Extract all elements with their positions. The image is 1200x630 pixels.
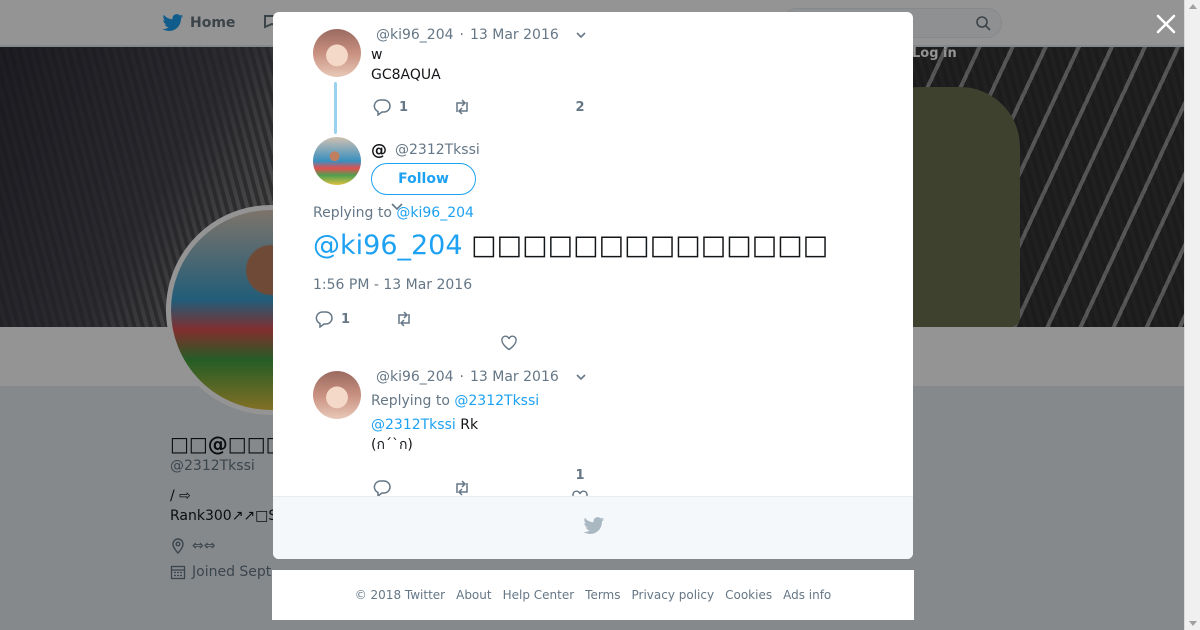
reply-button[interactable] [373, 479, 453, 497]
tweet-author-handle[interactable]: @ki96_204 [376, 369, 454, 385]
page-scrollbar[interactable] [1184, 0, 1200, 630]
tweet-actions: 1 2 [373, 98, 600, 116]
reply-icon [373, 479, 391, 497]
retweet-icon [456, 479, 468, 496]
tweet-separator: · [459, 369, 464, 385]
avatar[interactable] [313, 371, 361, 419]
reply-button[interactable]: 1 [373, 98, 453, 116]
reply-icon [315, 311, 333, 328]
tweet-header: @ @2312Tkssi [371, 140, 480, 159]
tweet-header: @ki96_204 · 13 Mar 2016 [376, 27, 587, 43]
chevron-down-icon[interactable] [575, 29, 587, 41]
scroll-down-arrow-icon[interactable] [1189, 621, 1197, 626]
like-count: 2 [575, 99, 585, 115]
reply-button[interactable]: 1 [315, 310, 395, 328]
tweet-separator: · [459, 27, 464, 43]
reply-count: 1 [341, 311, 351, 327]
replying-to-prefix: Replying to [313, 205, 392, 221]
retweet-icon [456, 99, 468, 115]
replying-to: Replying to @2312Tkssi [371, 391, 539, 411]
tweet-date[interactable]: 13 Mar 2016 [470, 369, 559, 385]
main-tweet-text: @ki96_204 □□□□□□□□□□□□□□ [313, 230, 828, 261]
replying-to-link[interactable]: @ki96_204 [396, 205, 474, 221]
tweet-text-line1: w [371, 47, 383, 63]
retweet-button[interactable] [453, 98, 560, 116]
tweet-text-line2: (ก´`ก) [371, 437, 413, 453]
tweet-text-line1: @2312Tkssi Rk [371, 415, 478, 435]
modal-footer [273, 496, 913, 559]
tweet-mention-link[interactable]: @ki96_204 [313, 230, 463, 261]
thread-connector-line [334, 82, 337, 134]
page-footer: © 2018 Twitter About Help Center Terms P… [272, 570, 914, 620]
tweet-timestamp[interactable]: 1:56 PM - 13 Mar 2016 [313, 277, 472, 293]
tweet-author-handle[interactable]: @2312Tkssi [395, 142, 480, 158]
footer-link-cookies[interactable]: Cookies [725, 588, 772, 602]
replying-to-link[interactable]: @2312Tkssi [454, 393, 539, 409]
tweet-author-handle[interactable]: @ki96_204 [376, 27, 454, 43]
tweet-author-name[interactable]: @ [371, 140, 387, 159]
like-heart-icon[interactable] [500, 334, 518, 352]
scroll-up-arrow-icon[interactable] [1189, 4, 1197, 9]
retweet-button[interactable] [395, 310, 413, 328]
close-icon[interactable] [1154, 12, 1178, 36]
tweet-text-line2: GC8AQUA [371, 67, 441, 83]
like-count: 1 [575, 468, 585, 483]
avatar[interactable] [313, 137, 361, 185]
twitter-bird-icon [583, 517, 605, 534]
tweet-body-text: Rk [455, 417, 479, 433]
footer-link-about[interactable]: About [456, 588, 491, 602]
footer-link-privacy-policy[interactable]: Privacy policy [632, 588, 715, 602]
tweet-actions: 1 [315, 310, 413, 328]
reply-icon [373, 99, 391, 116]
tweet-mention-link[interactable]: @2312Tkssi [371, 417, 456, 433]
footer-copyright: © 2018 Twitter [354, 588, 446, 602]
footer-link-terms[interactable]: Terms [585, 588, 620, 602]
tweet-permalink-modal: @ki96_204 · 13 Mar 2016 w GC8AQUA 1 2 @ … [273, 12, 913, 559]
avatar[interactable] [313, 29, 361, 77]
chevron-down-icon[interactable] [575, 371, 587, 383]
follow-button[interactable]: Follow [371, 163, 476, 195]
footer-link-help-center[interactable]: Help Center [503, 588, 575, 602]
tweet-header: @ki96_204 · 13 Mar 2016 [376, 369, 587, 385]
retweet-button[interactable] [453, 479, 560, 497]
footer-link-ads-info[interactable]: Ads info [783, 588, 831, 602]
tweet-body-text: □□□□□□□□□□□□□□ [471, 230, 829, 261]
tweet-date[interactable]: 13 Mar 2016 [470, 27, 559, 43]
retweet-icon [398, 311, 410, 327]
reply-count: 1 [399, 99, 409, 115]
like-button[interactable]: 2 [560, 100, 600, 115]
replying-to: Replying to @ki96_204 [313, 203, 474, 223]
replying-to-prefix: Replying to [371, 393, 450, 409]
